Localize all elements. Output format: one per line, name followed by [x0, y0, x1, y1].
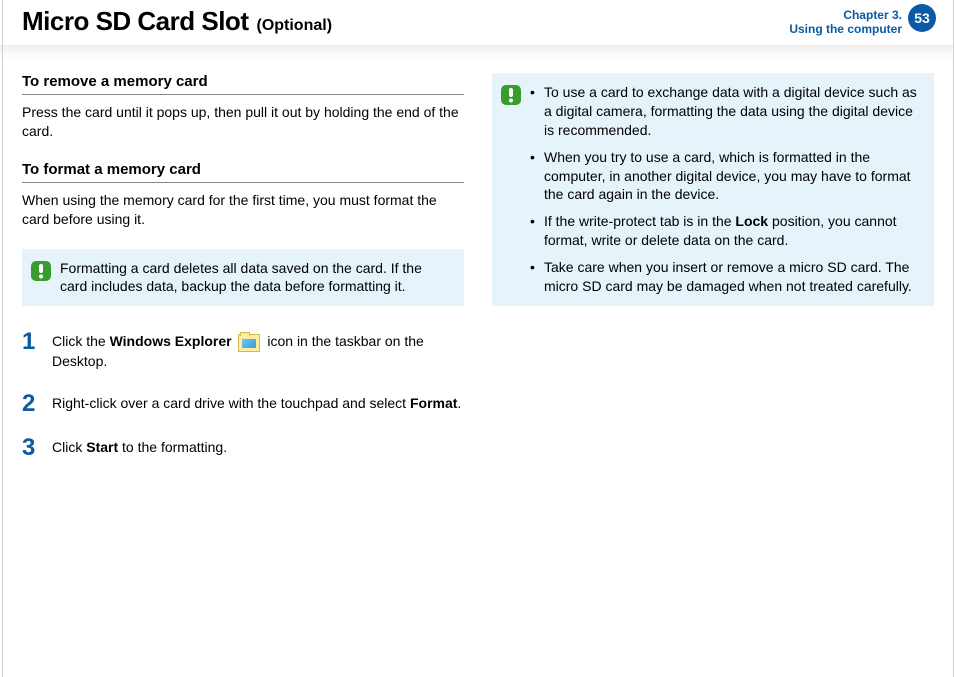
step-number: 3: [22, 436, 40, 460]
note-item: If the write-protect tab is in the Lock …: [530, 212, 922, 250]
notes-callout: To use a card to exchange data with a di…: [492, 73, 934, 306]
step-1: 1 Click the Windows Explorer icon in the…: [22, 330, 464, 371]
step-number: 2: [22, 392, 40, 416]
note-item: Take care when you insert or remove a mi…: [530, 258, 922, 296]
step-number: 1: [22, 330, 40, 371]
step-3: 3 Click Start to the formatting.: [22, 436, 464, 460]
format-warning-callout: Formatting a card deletes all data saved…: [22, 249, 464, 307]
windows-explorer-icon: [238, 334, 260, 352]
remove-card-body: Press the card until it pops up, then pu…: [22, 103, 464, 141]
right-column: To use a card to exchange data with a di…: [492, 73, 934, 480]
left-column: To remove a memory card Press the card u…: [22, 73, 464, 480]
chapter-label: Chapter 3.: [789, 8, 902, 22]
format-card-heading: To format a memory card: [22, 161, 464, 183]
warning-icon: [30, 260, 52, 282]
format-warning-text: Formatting a card deletes all data saved…: [60, 259, 452, 297]
page-subtitle: (Optional): [256, 17, 332, 35]
note-item: To use a card to exchange data with a di…: [530, 83, 922, 140]
format-card-body: When using the memory card for the first…: [22, 191, 464, 229]
step-2: 2 Right-click over a card drive with the…: [22, 392, 464, 416]
warning-icon: [500, 84, 522, 106]
page-title: Micro SD Card Slot: [22, 6, 248, 37]
page-number-badge: 53: [908, 4, 936, 32]
note-item: When you try to use a card, which is for…: [530, 148, 922, 205]
page-header: Micro SD Card Slot (Optional) Chapter 3.…: [0, 0, 954, 37]
chapter-name: Using the computer: [789, 22, 902, 36]
remove-card-heading: To remove a memory card: [22, 73, 464, 95]
